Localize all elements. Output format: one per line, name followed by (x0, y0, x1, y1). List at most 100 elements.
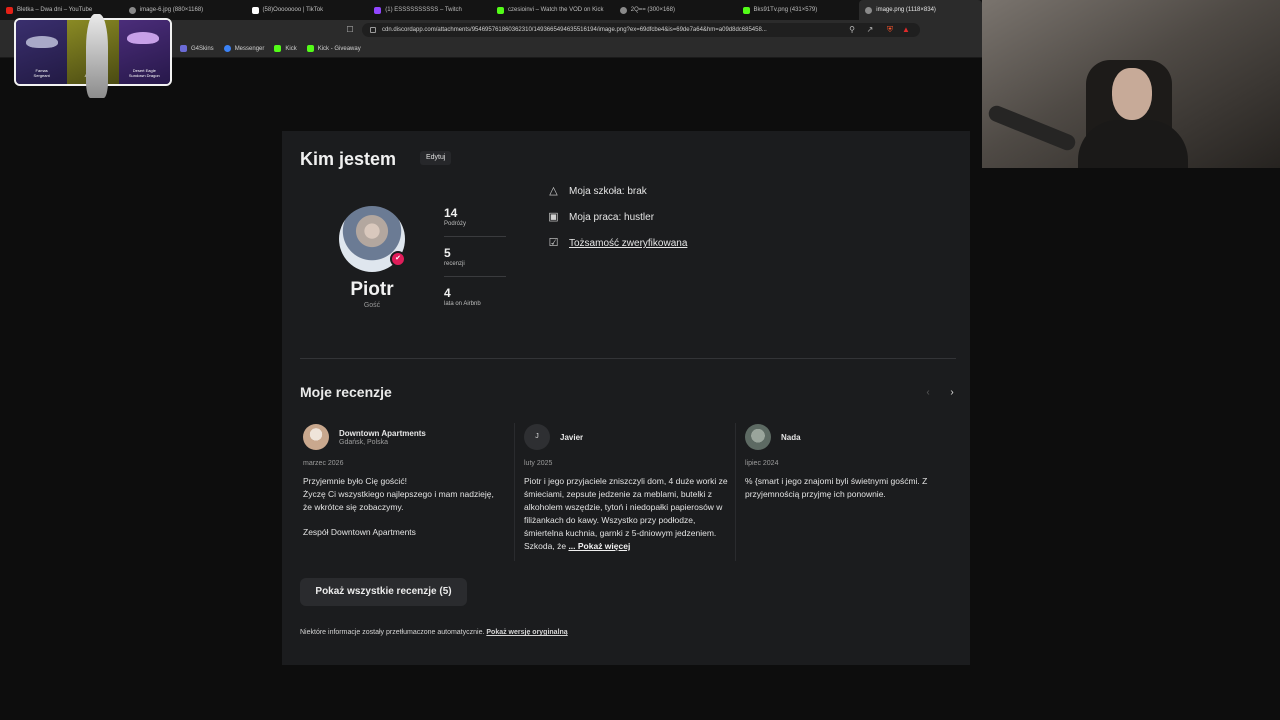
stat-label: Podróży (444, 221, 467, 227)
tab-twitch[interactable]: (1) ESSSSSSSSSS – Twitch (368, 0, 491, 20)
info-text: Moja praca: hustler (569, 212, 655, 223)
overlay-item-famas: Famas Sergeant (16, 20, 68, 84)
stat-divider (444, 236, 506, 237)
review-header: Nada (745, 424, 945, 450)
stat-value: 14 (444, 206, 458, 220)
weapon-skin-image (126, 32, 159, 44)
reviewer-info: Downtown Apartments Gdańsk, Polska (339, 429, 426, 446)
kick-icon (274, 45, 282, 52)
next-arrow-icon[interactable]: › (946, 387, 958, 399)
translation-note-text: Niektóre informacje zostały przetłumaczo… (300, 629, 485, 636)
reviews-heading: Moje recenzje (300, 384, 392, 400)
translation-note: Niektóre informacje zostały przetłumaczo… (300, 629, 568, 636)
twitch-icon (374, 6, 382, 14)
reviewer-avatar (745, 424, 771, 450)
review-header: J Javier (524, 424, 730, 450)
graduation-cap-icon: △ (549, 185, 558, 197)
reviewer-avatar (303, 424, 329, 450)
review-text-body: Piotr i jego przyjaciele zniszczyli dom,… (524, 476, 728, 551)
stat-value: 4 (444, 286, 451, 300)
image-icon (619, 6, 627, 14)
site-info-icon[interactable] (370, 27, 376, 33)
tab-image-6[interactable]: image-6.jpg (880×1168) (123, 0, 246, 20)
kick-icon (306, 45, 314, 52)
review-text: Piotr i jego przyjaciele zniszczyli dom,… (524, 475, 730, 553)
tab-bar: Bletka – Dwa dni – YouTube image-6.jpg (… (0, 0, 982, 20)
tab-tiktok[interactable]: (58)Oooooooo | TikTok (246, 0, 369, 20)
edit-button[interactable]: Edytuj (420, 151, 452, 165)
briefcase-icon: ▣ (548, 211, 559, 223)
profile-role: Gość (363, 302, 381, 309)
weapon-skin-image (26, 36, 58, 48)
reviewer-name: Downtown Apartments (339, 428, 426, 438)
show-more-link[interactable]: ... Pokaż więcej (568, 541, 630, 551)
review-signature: Zespół Downtown Apartments (303, 527, 416, 537)
streamer-body-image (1078, 120, 1188, 168)
brave-rewards-icon[interactable]: ▲ (902, 25, 910, 34)
dragon-figure-image (86, 14, 108, 98)
review-divider (735, 423, 736, 561)
profile-card: Kim jestem Edytuj ✔ Piotr Gość 14 Podróż… (282, 131, 970, 665)
overlay-item-deagle: Desert Eagle Sundown Dragon (118, 20, 170, 84)
url-text: cdn.discordapp.com/attachments/954695761… (382, 27, 767, 33)
info-school: △ Moja szkoła: brak (546, 185, 647, 198)
info-identity: ☑ Tożsamość zweryfikowana (546, 237, 688, 250)
tab-2q[interactable]: 2Q== (300×168) (614, 0, 737, 20)
kick-icon (742, 6, 750, 14)
microphone-image (986, 103, 1078, 153)
zoom-icon[interactable]: ⚲ (848, 25, 856, 34)
stat-label: recenzji (444, 261, 465, 267)
tab-image-png[interactable]: image.png (1118×834) (859, 0, 982, 20)
review-date: marzec 2026 (303, 460, 344, 467)
bookmark-icon[interactable]: ☐ (346, 25, 354, 34)
show-original-link[interactable]: Pokaż wersję oryginalną (486, 629, 567, 636)
bookmark-g4skins[interactable]: G4Skins (180, 45, 214, 52)
review-header: Downtown Apartments Gdańsk, Polska (303, 424, 503, 450)
review-card: J Javier luty 2025 Piotr i jego przyjaci… (524, 424, 730, 553)
webcam-feed (982, 0, 1280, 168)
bookmark-kick-giveaway[interactable]: Kick - Giveaway (306, 45, 361, 52)
tiktok-icon (251, 6, 259, 14)
tab-youtube[interactable]: Bletka – Dwa dni – YouTube (0, 0, 123, 20)
review-card: Downtown Apartments Gdańsk, Polska marze… (303, 424, 503, 537)
tab-kick-vod[interactable]: czesioinvi – Watch the VOD on Kick (491, 0, 614, 20)
bookmark-messenger[interactable]: Messenger (223, 45, 264, 52)
profile-name: Piotr (350, 279, 394, 300)
overlay-item-label: Desert Eagle Sundown Dragon (128, 68, 160, 78)
prev-arrow-icon[interactable]: ‹ (922, 387, 934, 399)
identity-verified-link[interactable]: Tożsamość zweryfikowana (569, 238, 687, 249)
review-date: luty 2025 (524, 460, 553, 467)
kick-icon (497, 6, 504, 14)
g4skins-icon (180, 45, 187, 52)
reviewer-name: Nada (781, 432, 801, 442)
address-bar[interactable]: cdn.discordapp.com/attachments/954695761… (362, 23, 920, 37)
info-work: ▣ Moja praca: hustler (546, 211, 654, 224)
stat-years: 4 lata on Airbnb (444, 286, 506, 307)
youtube-icon (6, 6, 13, 14)
image-icon (865, 6, 873, 14)
show-all-reviews-button[interactable]: Pokaż wszystkie recenzje (5) (300, 578, 467, 606)
stat-label: lata on Airbnb (444, 301, 481, 307)
verified-badge-icon: ✔ (390, 251, 406, 267)
review-date: lipiec 2024 (745, 460, 779, 467)
review-divider (514, 423, 515, 561)
reviewer-info: Nada (781, 433, 801, 442)
stat-trips: 14 Podróży (444, 206, 506, 227)
bookmark-kick[interactable]: Kick (274, 45, 297, 52)
stat-value: 5 (444, 246, 451, 260)
streamer-face-image (1112, 68, 1152, 120)
stat-divider (444, 276, 506, 277)
info-text: Moja szkoła: brak (569, 186, 647, 197)
section-divider (300, 358, 956, 359)
tab-bks91tv[interactable]: Bks91Tv.png (431×579) (737, 0, 860, 20)
review-card: Nada lipiec 2024 % {smart i jego znajomi… (745, 424, 945, 501)
about-heading: Kim jestem (300, 149, 397, 169)
image-icon (128, 6, 136, 14)
overlay-item-label: Famas Sergeant (33, 68, 50, 78)
messenger-icon (223, 45, 231, 52)
reviewer-name: Javier (560, 432, 584, 442)
brave-shield-icon[interactable]: ⛨ (886, 25, 894, 34)
review-text: % {smart i jego znajomi byli świetnymi g… (745, 476, 928, 499)
reviewer-avatar: J (524, 424, 550, 450)
share-icon[interactable]: ↗ (866, 25, 874, 34)
